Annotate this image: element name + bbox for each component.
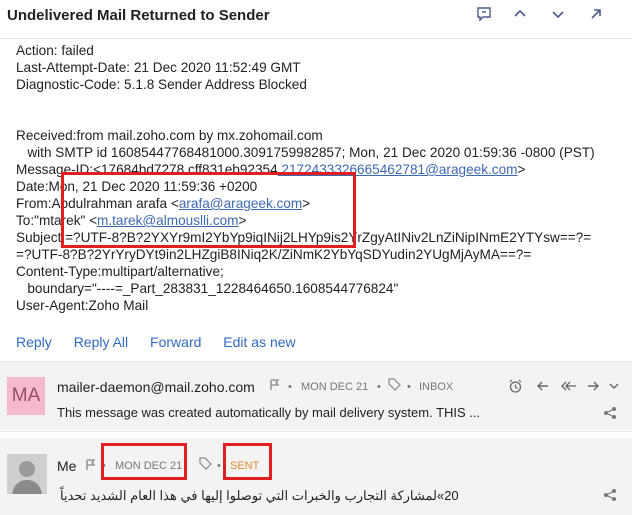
avatar [7, 454, 47, 494]
avatar: MA [7, 377, 45, 415]
dot-separator: • [217, 460, 221, 472]
thread-item[interactable]: MA mailer-daemon@mail.zoho.com • MON DEC… [0, 362, 632, 430]
highlight-box-headers [61, 172, 356, 248]
pop-out-icon[interactable] [584, 6, 608, 28]
dot-separator: • [377, 381, 381, 393]
forward-link[interactable]: Forward [150, 334, 201, 350]
subject-line-cont: =?UTF-8?B?2YrYryDYt9in2LHZgiB8INiq2K/ZiN… [16, 247, 532, 262]
dot-separator: • [288, 381, 292, 393]
forward-icon[interactable] [586, 379, 600, 396]
reply-icon[interactable] [536, 379, 550, 396]
reply-all-link[interactable]: Reply All [74, 334, 128, 350]
folder-label: INBOX [419, 381, 454, 393]
body-line: Action: failed [16, 43, 94, 58]
message-snippet: 20»لمشاركة التجارب والخبرات التي توصلوا … [60, 488, 459, 503]
dot-separator: • [407, 381, 411, 393]
body-line: Diagnostic-Code: 5.1.8 Sender Address Bl… [16, 77, 307, 92]
message-id-close: > [517, 162, 526, 177]
sender-name: mailer-daemon@mail.zoho.com [57, 379, 255, 395]
share-icon[interactable] [603, 488, 617, 505]
sender-name: Me [57, 458, 77, 474]
thread-item[interactable]: Me • MON DEC 21 • SENT 20»لمشاركة التجار… [0, 438, 632, 515]
share-icon[interactable] [603, 406, 617, 423]
flag-icon[interactable] [86, 459, 96, 474]
edit-as-new-link[interactable]: Edit as new [223, 334, 295, 350]
header-bar: Undelivered Mail Returned to Sender [0, 0, 632, 39]
chat-icon[interactable] [472, 6, 496, 28]
chevron-down-icon[interactable] [546, 6, 570, 28]
user-agent-line: User-Agent:Zoho Mail [16, 298, 149, 313]
reply-actions: Reply Reply All Forward Edit as new [16, 334, 314, 350]
page-title: Undelivered Mail Returned to Sender [7, 7, 270, 24]
tag-icon[interactable] [199, 457, 212, 473]
flag-icon[interactable] [270, 379, 280, 394]
reply-link[interactable]: Reply [16, 334, 52, 350]
highlight-box-folder [223, 443, 272, 480]
body-line: Received:from mail.zoho.com by mx.zohoma… [16, 128, 323, 143]
divider [0, 431, 632, 432]
reply-all-icon[interactable] [560, 379, 577, 396]
chevron-up-icon[interactable] [508, 6, 532, 28]
alarm-clock-icon[interactable] [508, 379, 523, 397]
body-line: with SMTP id 16085447768481000.309175998… [16, 145, 595, 160]
tag-icon[interactable] [388, 378, 401, 394]
body-line: Last-Attempt-Date: 21 Dec 2020 11:52:49 … [16, 60, 301, 75]
chevron-down-icon[interactable] [608, 379, 620, 396]
message-date: MON DEC 21 [301, 381, 369, 393]
message-snippet: This message was created automatically b… [57, 405, 481, 420]
highlight-box-date [101, 443, 187, 480]
boundary-line: boundary="----=_Part_283831_1228464650.1… [16, 281, 399, 296]
content-type-line: Content-Type:multipart/alternative; [16, 264, 224, 279]
